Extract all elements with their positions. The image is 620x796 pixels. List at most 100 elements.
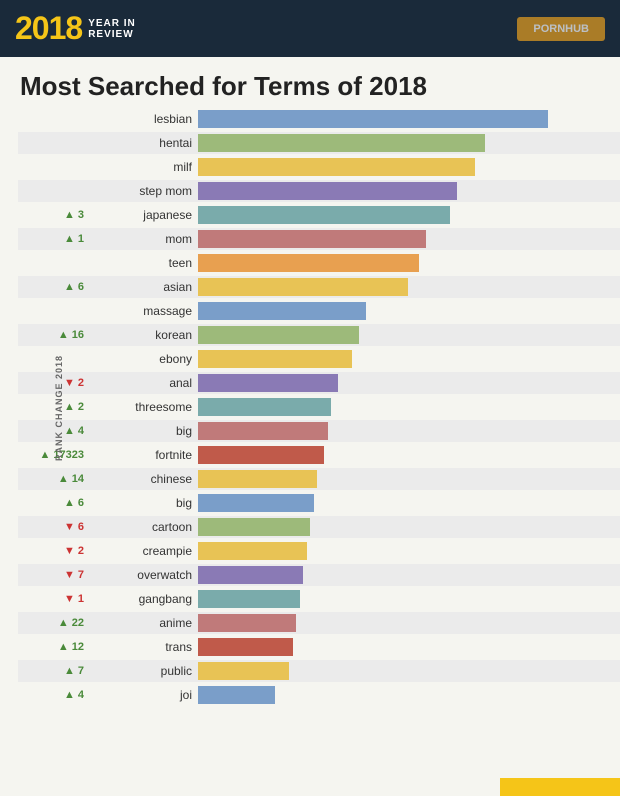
bar-label: big [88, 496, 198, 510]
bar-label: mom [88, 232, 198, 246]
rank-change: ▲ 6 [18, 497, 88, 509]
bar-fill [198, 638, 293, 656]
rank-change: ▲ 22 [18, 617, 88, 629]
bar-fill [198, 230, 426, 248]
bar-track [198, 542, 620, 560]
bar-fill [198, 590, 300, 608]
rank-arrow: ▼ 7 [64, 569, 84, 581]
bar-fill [198, 686, 275, 704]
tagline1: YEAR IN [88, 18, 136, 29]
bar-label: trans [88, 640, 198, 654]
chart-wrapper: RANK CHANGE 2018 lesbianhentaimilfstep m… [0, 108, 620, 708]
bar-fill [198, 422, 328, 440]
bar-fill [198, 542, 307, 560]
bar-track [198, 182, 620, 200]
rank-change: ▲ 2 [18, 401, 88, 413]
rank-arrow: ▲ 16 [58, 329, 84, 341]
bar-label: asian [88, 280, 198, 294]
bar-track [198, 158, 620, 176]
rank-arrow: ▲ 12 [58, 641, 84, 653]
bar-track [198, 302, 620, 320]
bar-track [198, 470, 620, 488]
bar-fill [198, 614, 296, 632]
bar-label: milf [88, 160, 198, 174]
logo-text: YEAR IN REVIEW [88, 18, 136, 40]
bar-label: gangbang [88, 592, 198, 606]
table-row: ▲ 6 big [18, 492, 620, 514]
rank-change: ▼ 1 [18, 593, 88, 605]
bar-track [198, 350, 620, 368]
bar-track [198, 614, 620, 632]
rank-arrow: ▼ 1 [64, 593, 84, 605]
rank-change: ▲ 4 [18, 689, 88, 701]
bar-fill [198, 134, 485, 152]
bar-label: big [88, 424, 198, 438]
rank-change: ▲ 16 [18, 329, 88, 341]
bar-track [198, 518, 620, 536]
rank-change: ▼ 2 [18, 377, 88, 389]
rank-arrow: ▲ 6 [64, 281, 84, 293]
rank-change: ▲ 7 [18, 665, 88, 677]
table-row: ▼ 6cartoon [18, 516, 620, 538]
rank-arrow: ▲ 3 [64, 209, 84, 221]
bar-track [198, 110, 620, 128]
rank-change: ▼ 7 [18, 569, 88, 581]
bar-label: step mom [88, 184, 198, 198]
table-row: ▲ 7public [18, 660, 620, 682]
bar-fill [198, 350, 352, 368]
bar-fill [198, 470, 317, 488]
rank-arrow: ▲ 14 [58, 473, 84, 485]
bar-label: anal [88, 376, 198, 390]
table-row: ▲ 6 asian [18, 276, 620, 298]
bar-label: ebony [88, 352, 198, 366]
bar-fill [198, 446, 324, 464]
bar-fill [198, 662, 289, 680]
bar-fill [198, 518, 310, 536]
table-row: ▲ 4joi [18, 684, 620, 706]
bar-track [198, 134, 620, 152]
bar-fill [198, 206, 450, 224]
bar-label: threesome [88, 400, 198, 414]
bar-label: hentai [88, 136, 198, 150]
bar-label: fortnite [88, 448, 198, 462]
bar-label: joi [88, 688, 198, 702]
bar-fill [198, 494, 314, 512]
rank-arrow: ▲ 6 [64, 497, 84, 509]
bar-label: overwatch [88, 568, 198, 582]
bar-fill [198, 302, 366, 320]
header-button[interactable]: PORNHUB [517, 17, 605, 41]
rank-change: ▲ 6 [18, 281, 88, 293]
bar-fill [198, 182, 457, 200]
bar-label: lesbian [88, 112, 198, 126]
bar-label: public [88, 664, 198, 678]
footer-accent [500, 778, 620, 796]
table-row: ▲ 2threesome [18, 396, 620, 418]
table-row: milf [18, 156, 620, 178]
table-row: ▼ 1 gangbang [18, 588, 620, 610]
rank-change: ▼ 2 [18, 545, 88, 557]
table-row: step mom [18, 180, 620, 202]
chart-rows: lesbianhentaimilfstep mom▲ 3japanese▲ 1m… [18, 108, 620, 708]
rank-change: ▲ 3 [18, 209, 88, 221]
bar-fill [198, 158, 475, 176]
bar-label: massage [88, 304, 198, 318]
header: 2018 YEAR IN REVIEW PORNHUB [0, 0, 620, 57]
table-row: ▲ 16korean [18, 324, 620, 346]
bar-track [198, 254, 620, 272]
tagline2: REVIEW [88, 29, 136, 40]
bar-track [198, 326, 620, 344]
table-row: massage [18, 300, 620, 322]
bar-fill [198, 374, 338, 392]
bar-track [198, 494, 620, 512]
table-row: ▲ 22anime [18, 612, 620, 634]
page-title: Most Searched for Terms of 2018 [0, 57, 620, 108]
bar-label: teen [88, 256, 198, 270]
table-row: ▼ 2creampie [18, 540, 620, 562]
bar-label: chinese [88, 472, 198, 486]
rank-change: ▲ 1 [18, 233, 88, 245]
bar-fill [198, 566, 303, 584]
bar-fill [198, 110, 548, 128]
bar-track [198, 638, 620, 656]
bar-track [198, 662, 620, 680]
rank-arrow: ▼ 6 [64, 521, 84, 533]
